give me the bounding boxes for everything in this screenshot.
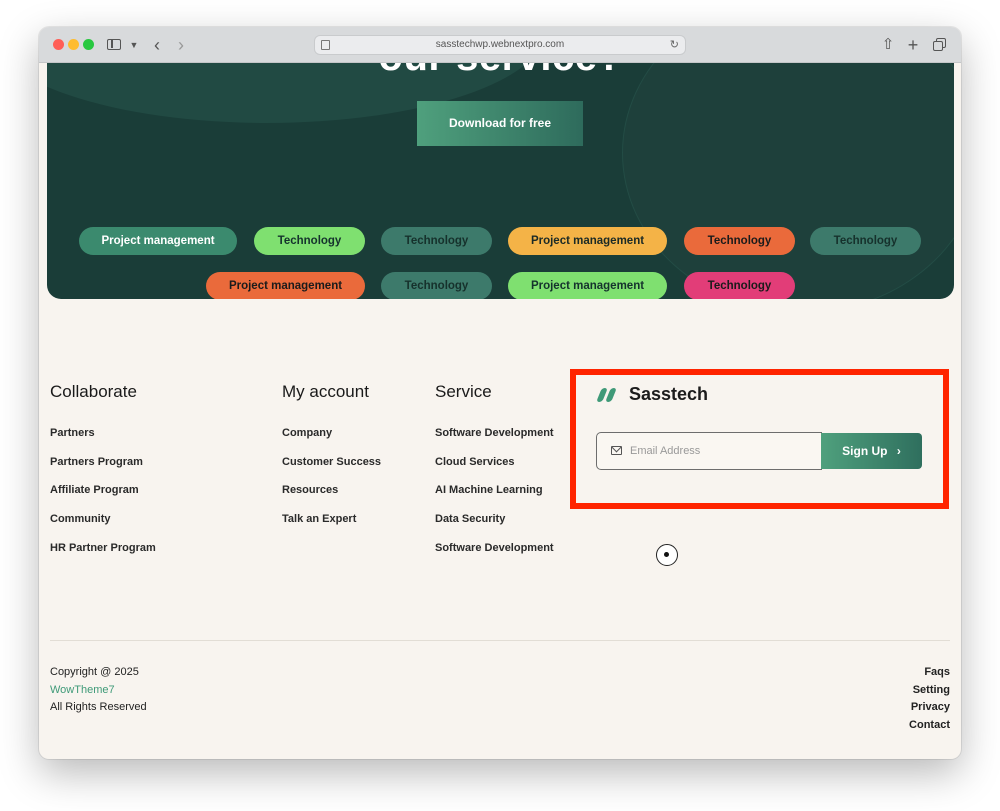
footer-link[interactable]: Affiliate Program: [50, 484, 139, 496]
footer-link[interactable]: Resources: [282, 484, 338, 496]
hero-section: our service? Download for free Project m…: [47, 63, 954, 299]
tab-overview-icon[interactable]: [932, 35, 946, 55]
privacy-link[interactable]: Privacy: [911, 701, 950, 713]
page-icon: [321, 40, 330, 50]
footer-column-title: My account: [282, 382, 369, 401]
footer-column-title: Service: [435, 382, 492, 401]
tag-pill[interactable]: Technology: [381, 272, 492, 299]
cursor-icon: [656, 544, 678, 566]
reload-icon[interactable]: ↻: [670, 36, 679, 54]
tag-pill[interactable]: Project management: [508, 272, 667, 299]
tag-pill[interactable]: Project management: [79, 227, 237, 255]
footer-link[interactable]: Customer Success: [282, 456, 381, 468]
footer-link[interactable]: Community: [50, 513, 111, 525]
copyright-text: Copyright @ 2025: [50, 666, 139, 678]
hero-circle-decoration: [622, 63, 954, 299]
page-content: our service? Download for free Project m…: [39, 63, 961, 759]
share-icon[interactable]: ⇧: [881, 35, 895, 55]
footer-link[interactable]: AI Machine Learning: [435, 484, 543, 496]
hero-title: our service?: [47, 63, 954, 80]
sidebar-toggle-icon[interactable]: [107, 35, 123, 55]
forward-arrow-icon[interactable]: ›: [175, 35, 187, 55]
footer-link[interactable]: Partners: [50, 427, 95, 439]
tag-pill[interactable]: Project management: [508, 227, 667, 255]
url-text: sasstechwp.webnextpro.com: [435, 39, 565, 50]
back-arrow-icon[interactable]: ‹: [151, 35, 163, 55]
footer-divider: [50, 640, 950, 641]
footer-link[interactable]: Partners Program: [50, 456, 143, 468]
tag-pill[interactable]: Project management: [206, 272, 365, 299]
address-bar[interactable]: sasstechwp.webnextpro.com ↻: [314, 35, 686, 55]
footer-link[interactable]: Software Development: [435, 542, 554, 554]
minimize-window-button[interactable]: [68, 39, 79, 50]
tag-pill[interactable]: Technology: [381, 227, 492, 255]
setting-link[interactable]: Setting: [913, 684, 950, 696]
footer-link[interactable]: Software Development: [435, 427, 554, 439]
footer-link[interactable]: Company: [282, 427, 332, 439]
contact-link[interactable]: Contact: [909, 719, 950, 731]
footer-column-title: Collaborate: [50, 382, 137, 401]
new-tab-icon[interactable]: +: [906, 35, 920, 55]
footer-link[interactable]: Cloud Services: [435, 456, 514, 468]
tag-pill[interactable]: Technology: [684, 272, 795, 299]
footer-link[interactable]: Talk an Expert: [282, 513, 356, 525]
download-button[interactable]: Download for free: [417, 101, 583, 146]
close-window-button[interactable]: [53, 39, 64, 50]
zoom-window-button[interactable]: [83, 39, 94, 50]
browser-window: ▼ ‹ › sasstechwp.webnextpro.com ↻ ⇧ + ou…: [39, 27, 961, 759]
faqs-link[interactable]: Faqs: [924, 666, 950, 678]
chevron-down-icon[interactable]: ▼: [129, 35, 139, 55]
tag-pill[interactable]: Technology: [254, 227, 365, 255]
highlight-box: [570, 369, 949, 509]
footer-link[interactable]: Data Security: [435, 513, 505, 525]
tag-pill[interactable]: Technology: [810, 227, 921, 255]
tag-pill[interactable]: Technology: [684, 227, 795, 255]
brand-link[interactable]: WowTheme7: [50, 684, 115, 696]
footer-link[interactable]: HR Partner Program: [50, 542, 156, 554]
rights-text: All Rights Reserved: [50, 701, 147, 713]
browser-toolbar: ▼ ‹ › sasstechwp.webnextpro.com ↻ ⇧ +: [39, 27, 961, 63]
